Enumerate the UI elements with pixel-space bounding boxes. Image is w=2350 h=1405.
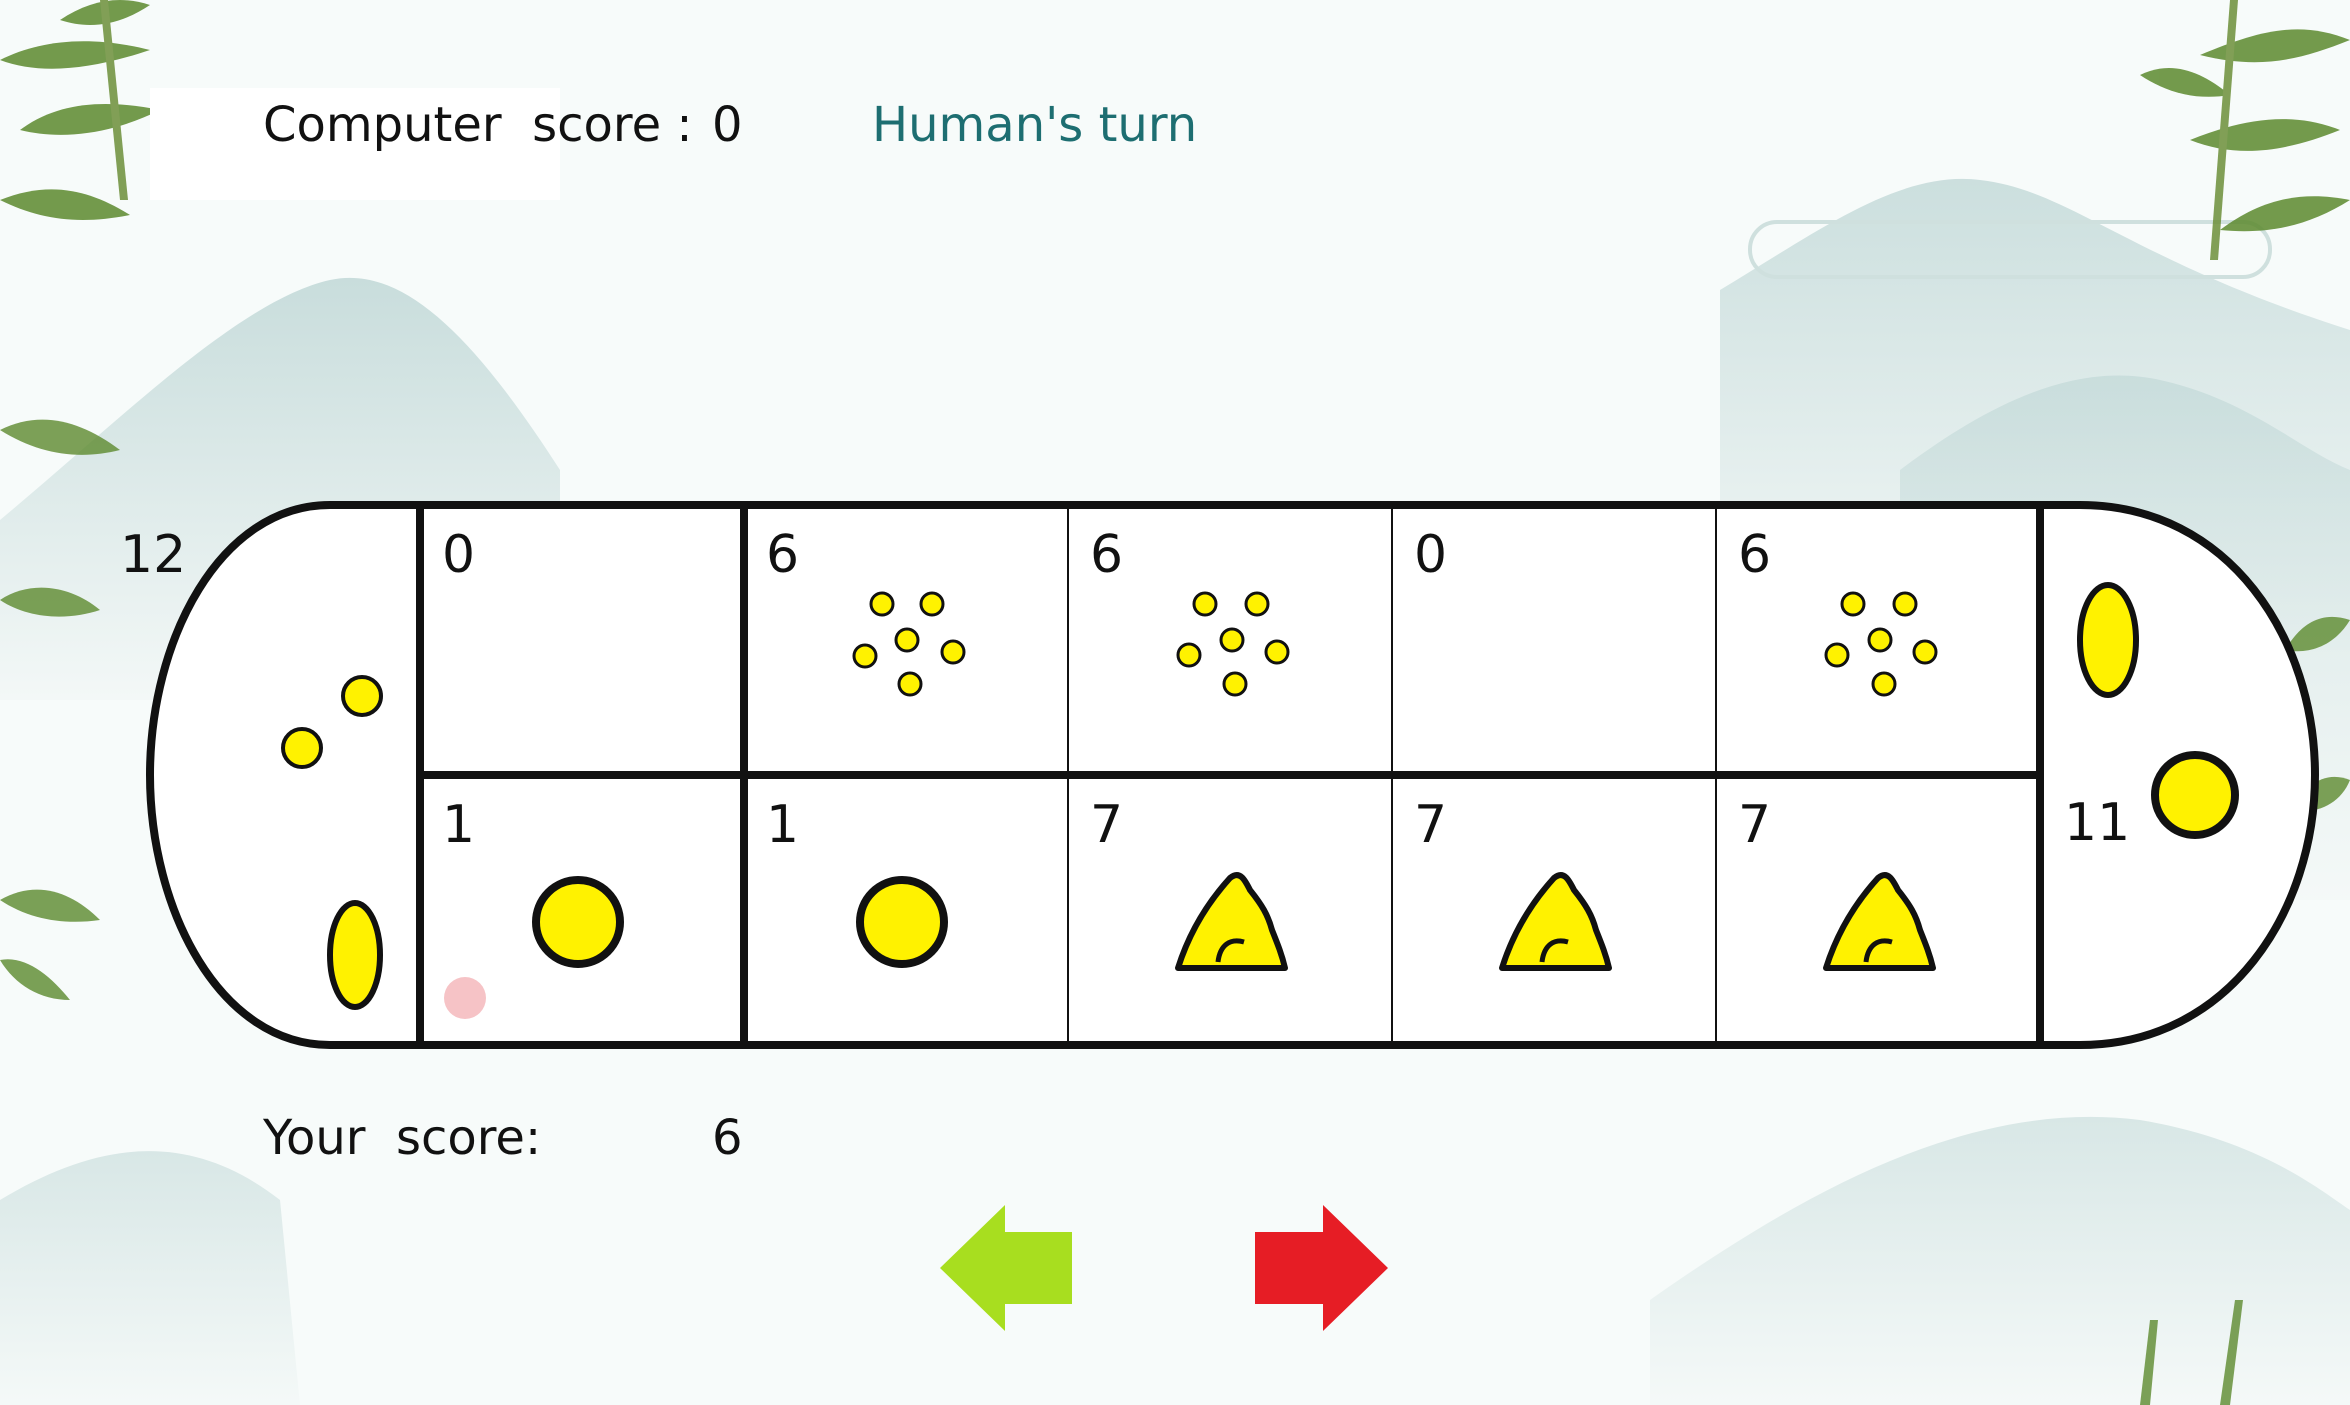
pit-top-1-count: 0 xyxy=(442,525,475,585)
selection-marker xyxy=(444,977,486,1019)
pit-bottom-4-count: 7 xyxy=(1414,795,1447,855)
arrow-right-button[interactable] xyxy=(1255,1205,1388,1331)
arrow-right-icon xyxy=(1255,1205,1388,1331)
mancala-board: 12 11 0 6 6 0 6 1 1 7 7 7 xyxy=(120,501,2320,1331)
stone-oval xyxy=(2077,582,2139,698)
computer-score-value: 0 xyxy=(712,97,743,153)
pit-bottom-2-count: 1 xyxy=(766,795,799,855)
stone-dot xyxy=(281,727,323,769)
left-store[interactable] xyxy=(145,501,424,1049)
left-store-count: 12 xyxy=(120,525,186,585)
stone-round xyxy=(856,876,948,968)
pit-top-3-count: 6 xyxy=(1090,525,1123,585)
turn-status: Human's turn xyxy=(872,97,1198,153)
pit-bottom-5-count: 7 xyxy=(1738,795,1771,855)
your-score-label: Your score: xyxy=(263,1110,542,1166)
right-store[interactable] xyxy=(2036,501,2320,1049)
arrow-left-button[interactable] xyxy=(940,1205,1072,1331)
your-score-value: 6 xyxy=(712,1110,743,1166)
stone-round xyxy=(532,876,624,968)
right-store-count: 11 xyxy=(2064,793,2130,853)
pit-top-4-count: 0 xyxy=(1414,525,1447,585)
pit-top-5-count: 6 xyxy=(1738,525,1771,585)
arrow-left-icon xyxy=(940,1205,1072,1331)
pit-bottom-3-count: 7 xyxy=(1090,795,1123,855)
pit-top-2-count: 6 xyxy=(766,525,799,585)
pit-bottom-1-count: 1 xyxy=(442,795,475,855)
stone-oval xyxy=(327,900,383,1010)
computer-score-label: Computer score : xyxy=(263,97,693,153)
stone-round xyxy=(2151,751,2239,839)
stone-dot xyxy=(341,675,383,717)
